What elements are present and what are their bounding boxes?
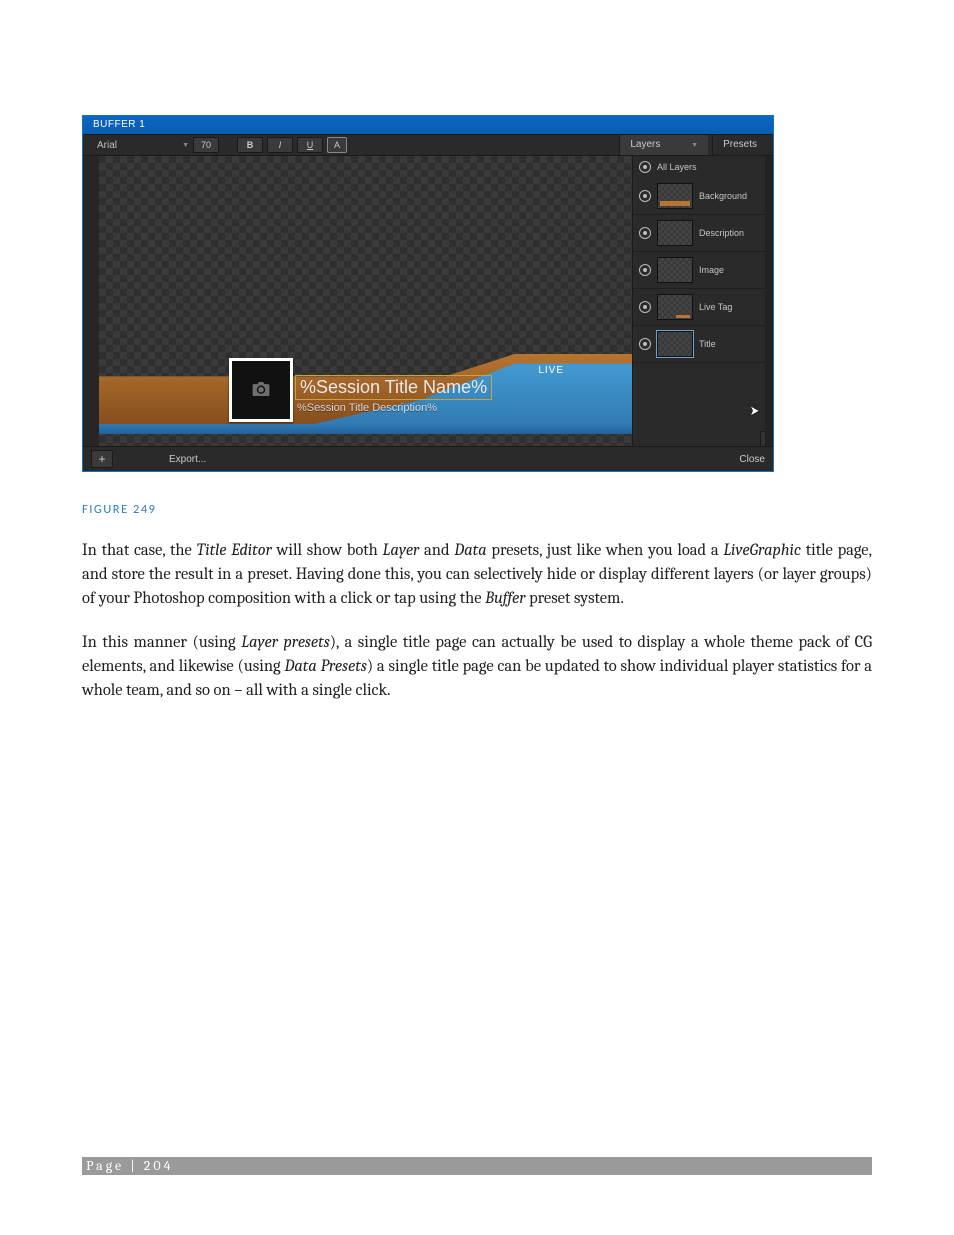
body-paragraph: In this manner (using Layer presets), a … [82,631,872,703]
layer-thumbnail [657,331,693,357]
canvas[interactable]: %Session Title Name% %Session Title Desc… [99,156,632,446]
close-button[interactable]: Close [739,454,765,465]
toolbar: Arial ▼ 70 B I U A Layers ▼ Presets [83,134,773,156]
page-footer: Page | 204 [82,1157,872,1175]
font-name: Arial [97,140,117,151]
layer-label: Title [699,339,716,349]
camera-icon [252,382,270,399]
figure-caption: FIGURE 249 [82,502,872,517]
layer-thumbnail [657,294,693,320]
eye-icon[interactable] [639,190,651,202]
layers-panel: All Layers Background Description Image [632,156,773,446]
textbox-button[interactable]: A [327,137,347,153]
live-tag: LIVE [538,365,564,376]
editor-footer: + Export... Close [83,447,773,471]
layer-label: Description [699,228,744,238]
layer-row[interactable]: Title [633,326,773,363]
layer-label: All Layers [657,162,697,172]
tab-layers[interactable]: Layers ▼ [619,135,708,155]
font-dropdown[interactable]: Arial ▼ [89,140,189,151]
text: LiveGraphic [723,541,801,560]
layer-row[interactable]: Live Tag [633,289,773,326]
tab-presets[interactable]: Presets [712,135,767,155]
layer-label: Background [699,191,747,201]
scrollbar[interactable] [765,156,773,446]
eye-icon[interactable] [639,301,651,313]
title-editor-window: BUFFER 1 Arial ▼ 70 B I U A Layers ▼ Pre… [82,115,774,472]
window-titlebar: BUFFER 1 [83,116,773,134]
body-paragraph: In that case, the Title Editor will show… [82,539,872,611]
layer-row[interactable]: Description [633,215,773,252]
image-placeholder[interactable] [229,358,293,422]
text: In that case, the [82,541,197,560]
layer-row-all[interactable]: All Layers [633,156,773,178]
left-rail [83,156,99,446]
layer-row[interactable]: Background [633,178,773,215]
layer-row[interactable]: Image [633,252,773,289]
eye-icon[interactable] [639,161,651,173]
add-button[interactable]: + [91,450,113,468]
session-title-field[interactable]: %Session Title Name% [295,375,492,400]
plus-icon: + [98,452,105,466]
font-size[interactable]: 70 [193,137,219,153]
chevron-down-icon: ▼ [691,142,698,149]
text: will show both [272,541,383,560]
text: Layer [383,541,420,560]
text: Data [454,541,486,560]
session-description-field[interactable]: %Session Title Description% [297,402,437,414]
text: Data Presets [284,657,366,676]
cursor-icon: ➤ [750,403,759,419]
export-button[interactable]: Export... [169,454,206,465]
underline-button[interactable]: U [297,137,323,153]
text: Layer presets [241,633,330,652]
layer-label: Image [699,265,724,275]
chevron-down-icon: ▼ [182,142,189,149]
bold-button[interactable]: B [237,137,263,153]
text: presets, just like when you load a [487,541,724,560]
layer-thumbnail [657,220,693,246]
layer-thumbnail [657,183,693,209]
text: and [419,541,454,560]
text: In this manner (using [82,633,241,652]
tab-label: Layers [630,139,660,150]
text: preset system. [525,589,623,608]
text: Buffer [485,589,525,608]
layer-thumbnail [657,257,693,283]
eye-icon[interactable] [639,264,651,276]
layer-label: Live Tag [699,302,732,312]
eye-icon[interactable] [639,338,651,350]
text: Title Editor [197,541,272,560]
italic-button[interactable]: I [267,137,293,153]
eye-icon[interactable] [639,227,651,239]
